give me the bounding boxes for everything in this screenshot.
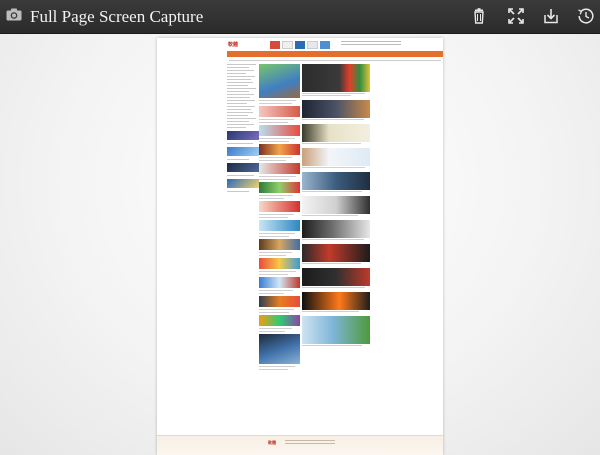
site-middle-column <box>259 64 300 372</box>
site-article-list <box>302 64 372 350</box>
site-left-column <box>227 64 259 194</box>
app-toolbar: Full Page Screen Capture <box>0 0 600 34</box>
site-header-badges <box>270 41 331 49</box>
site-header-links <box>341 41 401 47</box>
history-icon <box>578 8 594 24</box>
site-logo: 軟體 <box>228 42 239 48</box>
site-header: 軟體 <box>157 38 443 51</box>
site-sub-nav <box>229 59 441 62</box>
history-button[interactable] <box>577 7 595 25</box>
delete-button[interactable] <box>470 7 488 25</box>
trash-icon <box>474 8 484 24</box>
footer-logo: 軟體 <box>268 440 276 445</box>
expand-icon <box>508 8 524 24</box>
captured-page-preview[interactable]: 軟體 軟體 <box>157 38 443 455</box>
download-icon <box>544 9 558 24</box>
app-title: Full Page Screen Capture <box>30 7 204 26</box>
site-footer: 軟體 <box>157 435 443 455</box>
site-nav-bar <box>227 51 443 57</box>
download-button[interactable] <box>542 7 560 25</box>
camera-icon <box>6 8 22 21</box>
fit-button[interactable] <box>507 7 525 25</box>
